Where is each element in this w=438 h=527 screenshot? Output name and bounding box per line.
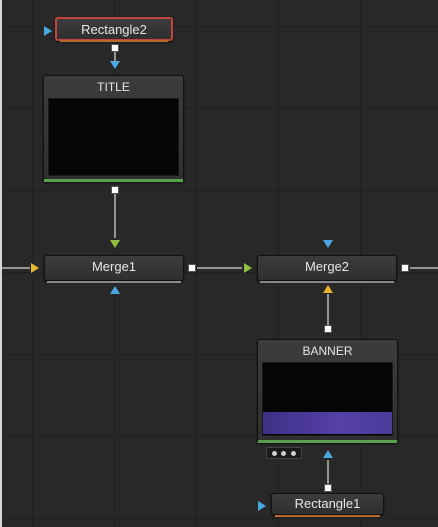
render-indicator [258,440,397,443]
node-merge2[interactable]: Merge2 [257,255,397,283]
node-rectangle2-label: Rectangle2 [81,22,147,37]
output-port[interactable] [324,484,332,492]
mask-input-icon[interactable] [44,26,52,36]
mask-input-icon[interactable] [110,61,120,69]
foreground-input-icon[interactable] [244,263,252,273]
node-merge1[interactable]: Merge1 [44,255,184,283]
node-banner[interactable]: BANNER [257,339,398,443]
node-rectangle1[interactable]: Rectangle1 [271,493,384,517]
mask-input-icon[interactable] [323,450,333,458]
node-merge1-label: Merge1 [91,259,137,274]
node-title-label: TITLE [97,80,130,94]
output-port[interactable] [401,264,409,272]
background-input-icon[interactable] [323,285,333,293]
output-port[interactable] [324,325,332,333]
node-title[interactable]: TITLE [43,75,184,182]
node-title-thumbnail [48,98,179,176]
node-banner-label: BANNER [302,344,353,358]
render-indicator [44,179,183,182]
effect-mask-input-icon[interactable] [323,240,333,248]
output-port[interactable] [111,186,119,194]
node-editor-canvas[interactable]: Rectangle2 TITLE Merge1 Merge2 BANNER Re… [0,0,438,527]
output-port[interactable] [188,264,196,272]
banner-thumbnail-stripe [263,412,392,434]
more-inputs-icon[interactable] [266,447,302,459]
mask-input-icon[interactable] [258,501,266,511]
node-rectangle1-label: Rectangle1 [294,496,361,511]
background-input-icon[interactable] [31,263,39,273]
foreground-input-icon[interactable] [110,240,120,248]
node-rectangle2[interactable]: Rectangle2 [55,17,173,42]
output-port[interactable] [111,44,119,52]
effect-mask-input-icon[interactable] [110,286,120,294]
node-merge2-label: Merge2 [304,259,350,274]
